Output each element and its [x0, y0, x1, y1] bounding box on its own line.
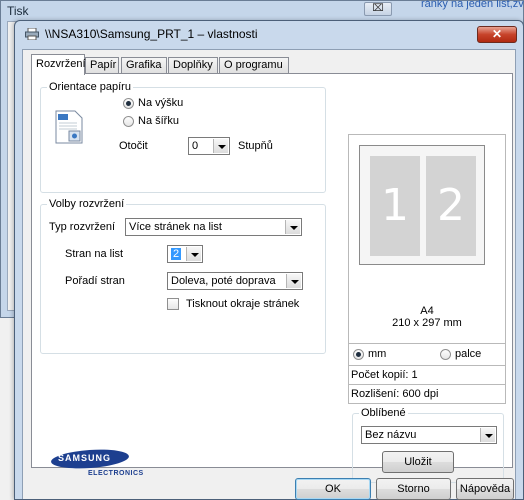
ok-button[interactable]: OK — [295, 478, 371, 500]
print-borders-label: Tisknout okraje stránek — [186, 298, 300, 310]
background-window-text: ránky na jeden list,zv — [421, 0, 524, 10]
preview-page-1: 1 — [370, 156, 420, 256]
favorites-value: Bez názvu — [365, 429, 417, 441]
degrees-label: Stupňů — [238, 140, 273, 152]
layout-type-select[interactable]: Více stránek na list — [125, 218, 302, 236]
unit-inch-radio[interactable] — [440, 349, 451, 360]
orientation-group: Orientace papíru Na výšku Na šířku Otoči… — [40, 81, 326, 193]
landscape-label: Na šířku — [138, 115, 179, 127]
layout-type-label: Typ rozvržení — [49, 221, 116, 233]
samsung-subtitle: ELECTRONICS — [88, 470, 144, 477]
tab-paper[interactable]: Papír — [85, 57, 119, 74]
page-order-value: Doleva, poté doprava — [171, 275, 276, 287]
samsung-wordmark: SAMSUNG — [58, 453, 112, 463]
copies-row: Počet kopií: 1 — [348, 366, 506, 385]
pages-per-sheet-label: Stran na list — [65, 248, 124, 260]
rotate-value: 0 — [192, 140, 199, 152]
dialog-title: \\NSA310\Samsung_PRT_1 – vlastnosti — [45, 27, 258, 41]
resolution-text: Rozlišení: 600 dpi — [351, 388, 439, 400]
paper-size-label: A4 — [420, 305, 434, 317]
paper-dimensions-label: 210 x 297 mm — [392, 317, 462, 329]
portrait-page-icon — [55, 110, 83, 144]
dialog-titlebar[interactable]: \\NSA310\Samsung_PRT_1 – vlastnosti ✕ — [15, 21, 523, 47]
layout-type-value: Více stránek na list — [129, 221, 222, 233]
rotate-label: Otočit — [119, 140, 148, 152]
favorites-select[interactable]: Bez názvu — [361, 426, 497, 444]
landscape-radio[interactable] — [123, 116, 134, 127]
printer-properties-dialog: \\NSA310\Samsung_PRT_1 – vlastnosti ✕ Ro… — [14, 20, 524, 500]
unit-mm-label: mm — [368, 348, 387, 360]
chevron-down-icon — [480, 428, 495, 442]
rotate-select[interactable]: 0 — [188, 137, 230, 155]
layout-preview: 1 2 A4 210 x 297 mm — [348, 134, 506, 344]
samsung-logo: SAMSUNG ELECTRONICS — [50, 449, 160, 483]
chevron-down-icon — [186, 247, 201, 261]
printer-icon — [25, 28, 39, 40]
orientation-legend: Orientace papíru — [47, 81, 133, 93]
page-order-select[interactable]: Doleva, poté doprava — [167, 272, 303, 290]
chevron-down-icon — [286, 274, 301, 288]
favorites-legend: Oblíbené — [359, 407, 408, 419]
layout-options-group: Volby rozvržení Typ rozvržení Více strán… — [40, 198, 326, 354]
dialog-client-area: Rozvržení Papír Grafika Doplňky O progra… — [22, 49, 516, 500]
save-favorite-button[interactable]: Uložit — [382, 451, 454, 473]
tab-layout[interactable]: Rozvržení — [31, 54, 86, 75]
resolution-row: Rozlišení: 600 dpi — [348, 385, 506, 404]
tab-graphics[interactable]: Grafika — [121, 57, 167, 74]
copies-text: Počet kopií: 1 — [351, 369, 418, 381]
help-button[interactable]: Nápověda — [456, 478, 514, 500]
background-close-button[interactable]: ⌧ — [364, 2, 392, 16]
page-order-label: Pořadí stran — [65, 275, 125, 287]
pages-per-sheet-select[interactable]: 2 — [167, 245, 203, 263]
pages-per-sheet-value: 2 — [171, 248, 182, 260]
units-row: mm palce — [348, 344, 506, 366]
print-borders-checkbox[interactable] — [167, 298, 179, 310]
cancel-button[interactable]: Storno — [376, 478, 451, 500]
preview-page: 1 2 — [359, 145, 485, 265]
close-button[interactable]: ✕ — [477, 26, 517, 43]
layout-options-legend: Volby rozvržení — [47, 198, 127, 210]
tab-about[interactable]: O programu — [219, 57, 289, 74]
unit-mm-radio[interactable] — [353, 349, 364, 360]
background-window-title: Tisk — [7, 4, 29, 18]
favorites-group: Oblíbené Bez názvu Uložit — [352, 407, 504, 483]
chevron-down-icon — [285, 220, 300, 234]
preview-page-2: 2 — [426, 156, 476, 256]
portrait-label: Na výšku — [138, 97, 184, 109]
tab-extras[interactable]: Doplňky — [168, 57, 218, 74]
chevron-down-icon — [213, 139, 228, 153]
portrait-radio[interactable] — [123, 98, 134, 109]
unit-inch-label: palce — [455, 348, 482, 360]
layout-tab-panel: Orientace papíru Na výšku Na šířku Otoči… — [31, 73, 513, 483]
